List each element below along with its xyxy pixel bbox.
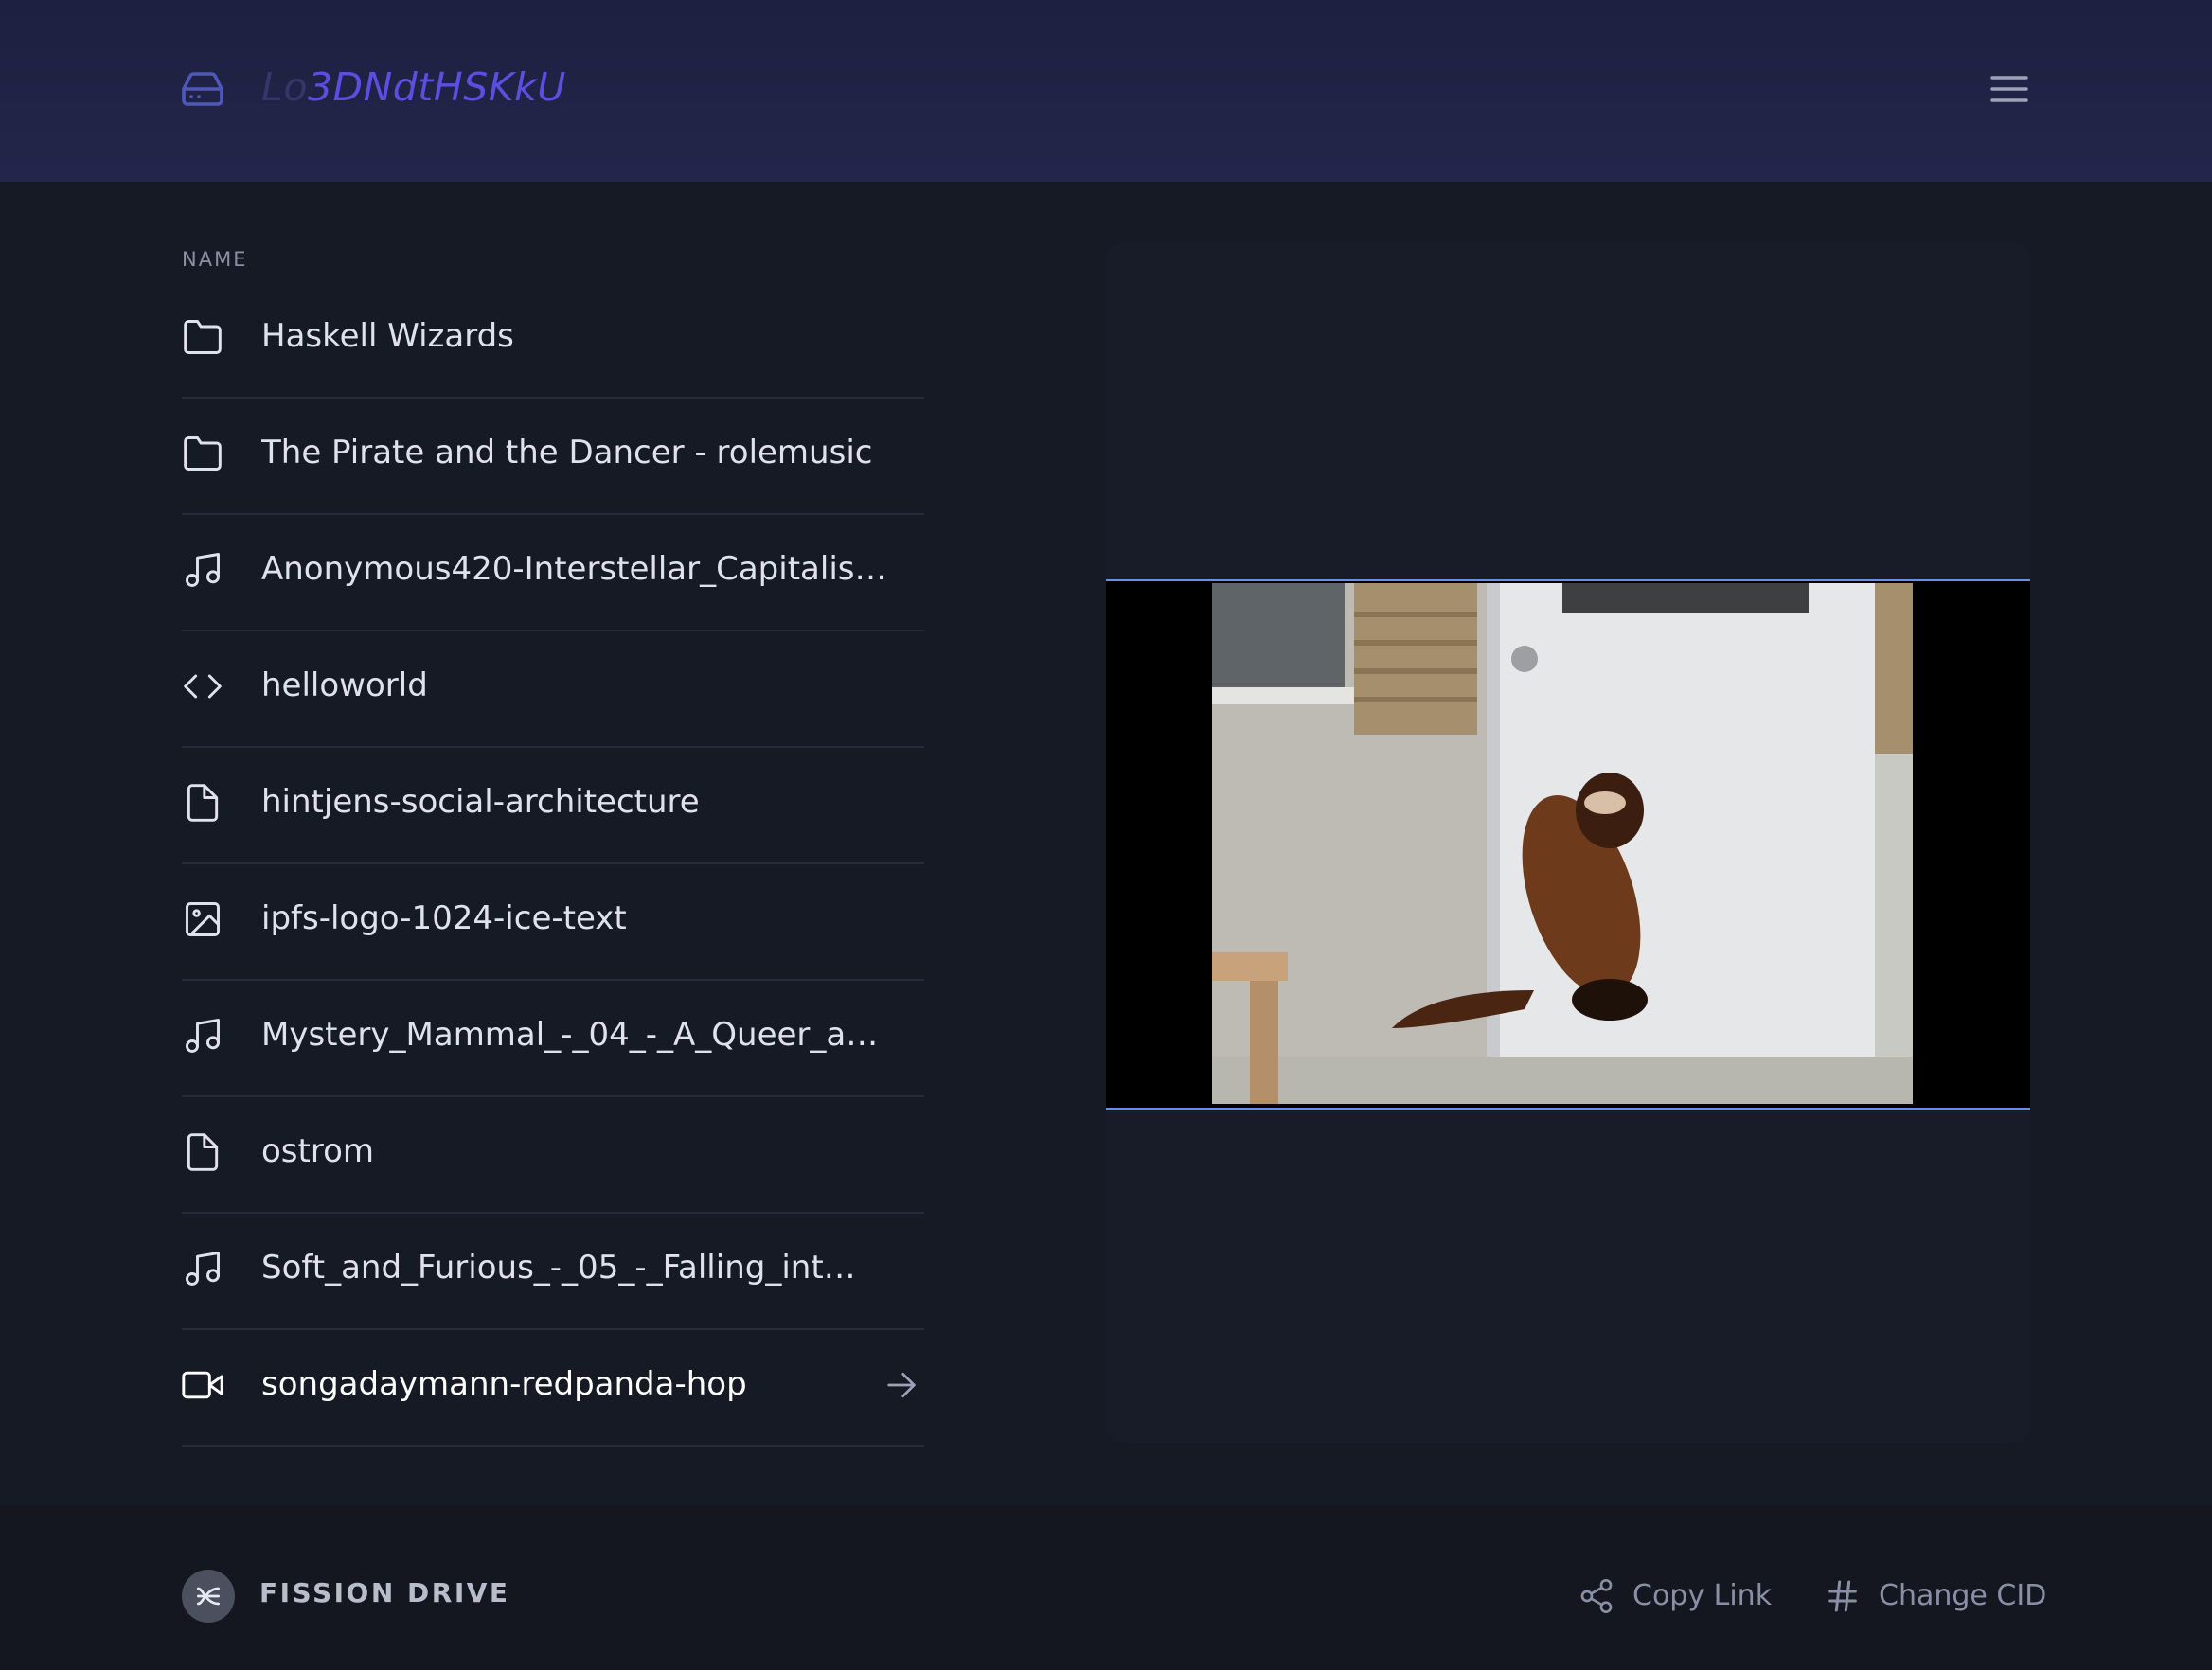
- list-item-label: ipfs-logo-1024-ice-text: [261, 899, 627, 937]
- list-item-label: ostrom: [261, 1132, 374, 1170]
- file-icon: [182, 782, 223, 824]
- cid-faded-prefix: Lo: [261, 64, 308, 110]
- arrow-right-icon[interactable]: [883, 1366, 920, 1404]
- preview-pane: [1106, 242, 2030, 1443]
- name-column-header[interactable]: NAME: [182, 248, 247, 271]
- hamburger-menu-icon[interactable]: [1987, 66, 2032, 112]
- list-item[interactable]: Anonymous420-Interstellar_Capitalism…: [182, 515, 924, 631]
- video-player[interactable]: [1106, 579, 2030, 1110]
- list-item-label: Haskell Wizards: [261, 317, 514, 355]
- folder-icon: [182, 316, 223, 358]
- cid-title: Lo3DNdtHSKkU: [261, 61, 566, 114]
- list-item-label: Mystery_Mammal_-_04_-_A_Queer_a…: [261, 1016, 879, 1054]
- list-item[interactable]: ostrom: [182, 1097, 924, 1214]
- change-cid-button[interactable]: Change CID: [1824, 1570, 2046, 1623]
- list-item-label: Soft_and_Furious_-_05_-_Falling_int…: [261, 1249, 856, 1287]
- change-cid-label: Change CID: [1879, 1579, 2047, 1612]
- list-item-selected[interactable]: songadaymann-redpanda-hop: [182, 1330, 924, 1447]
- top-header: Lo3DNdtHSKkU: [0, 0, 2212, 182]
- copy-link-label: Copy Link: [1632, 1579, 1773, 1612]
- copy-link-button[interactable]: Copy Link: [1578, 1570, 1772, 1623]
- list-item[interactable]: helloworld: [182, 631, 924, 748]
- list-item-label: songadaymann-redpanda-hop: [261, 1365, 747, 1403]
- music-icon: [182, 1015, 223, 1057]
- video-icon: [182, 1364, 223, 1406]
- hard-drive-icon: [180, 66, 225, 112]
- list-item-label: The Pirate and the Dancer - rolemusic: [261, 434, 873, 471]
- folder-icon: [182, 433, 223, 474]
- list-item[interactable]: Soft_and_Furious_-_05_-_Falling_int…: [182, 1214, 924, 1330]
- brand-name[interactable]: FISSION DRIVE: [259, 1577, 510, 1608]
- list-item[interactable]: Haskell Wizards: [182, 282, 924, 399]
- music-icon: [182, 549, 223, 591]
- footer: FISSION DRIVE Copy Link Change CID: [0, 1505, 2212, 1670]
- list-item[interactable]: ipfs-logo-1024-ice-text: [182, 864, 924, 981]
- video-frame-image: [1212, 583, 1913, 1104]
- list-item[interactable]: The Pirate and the Dancer - rolemusic: [182, 399, 924, 515]
- share-icon: [1580, 1579, 1613, 1613]
- file-icon: [182, 1131, 223, 1173]
- list-item[interactable]: hintjens-social-architecture: [182, 748, 924, 864]
- list-item-label: helloworld: [261, 666, 428, 704]
- hash-icon: [1828, 1580, 1857, 1612]
- list-item[interactable]: Mystery_Mammal_-_04_-_A_Queer_a…: [182, 981, 924, 1097]
- file-list: Haskell Wizards The Pirate and the Dance…: [182, 282, 924, 1447]
- fission-logo-icon[interactable]: [182, 1570, 235, 1623]
- cid-main-text: 3DNdtHSKkU: [307, 64, 566, 110]
- music-icon: [182, 1248, 223, 1289]
- list-item-label: hintjens-social-architecture: [261, 783, 700, 821]
- code-icon: [182, 666, 223, 707]
- image-icon: [182, 898, 223, 940]
- list-item-label: Anonymous420-Interstellar_Capitalism…: [261, 550, 915, 588]
